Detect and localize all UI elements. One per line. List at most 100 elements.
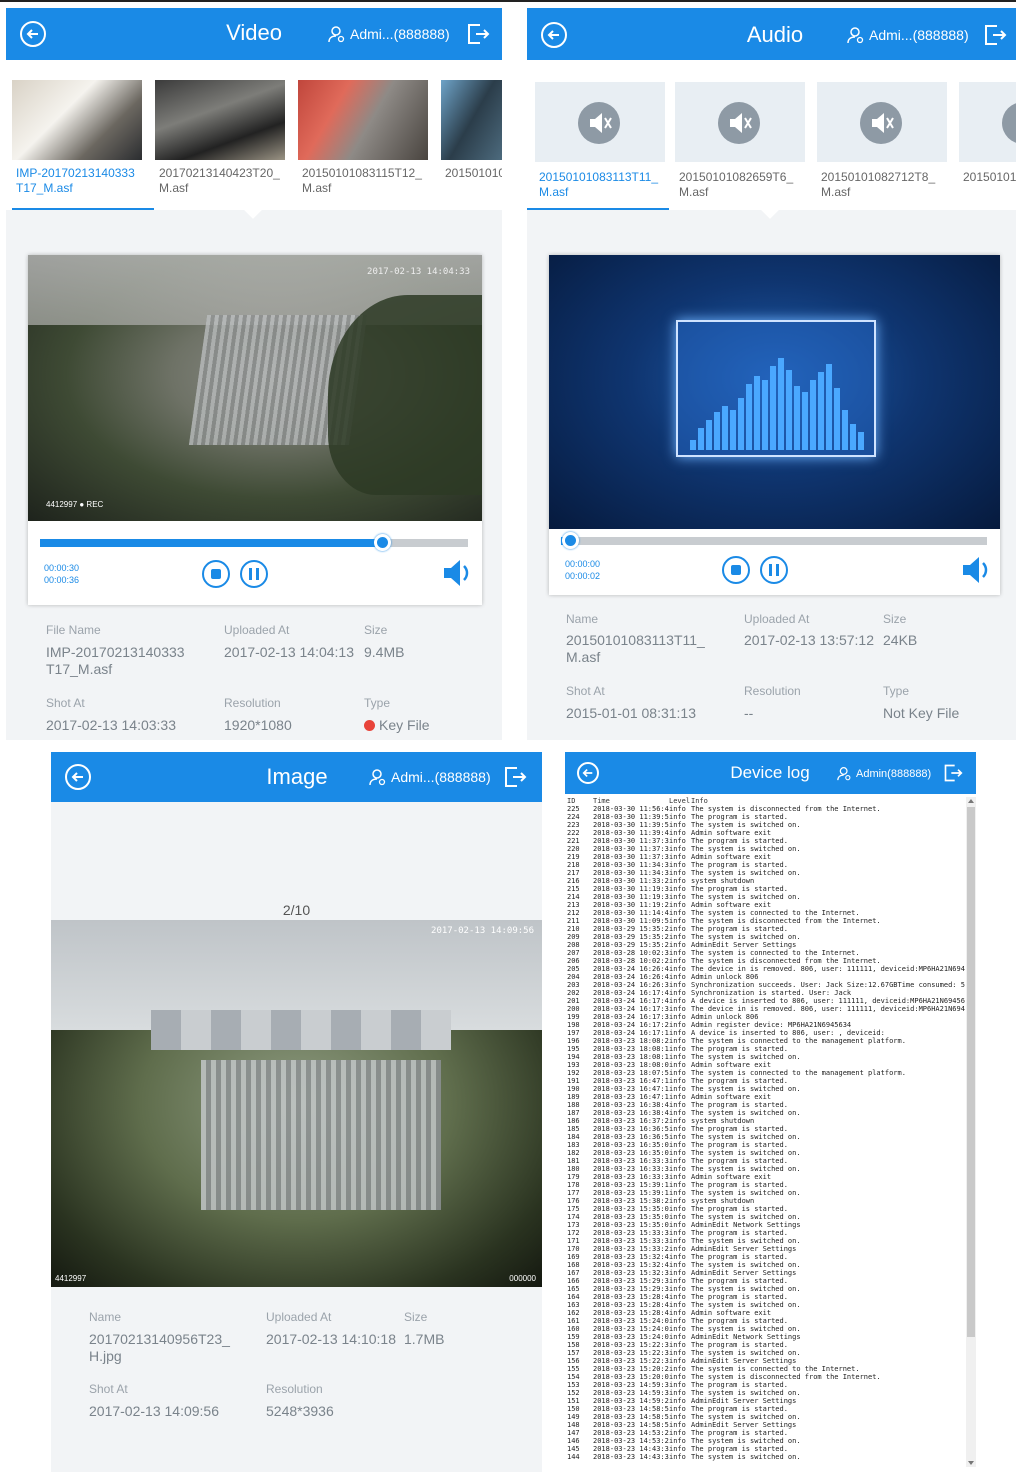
log-level: info	[669, 1421, 686, 1429]
log-time: 2018-03-23 15:24:01	[593, 1333, 669, 1341]
pause-icon	[769, 564, 779, 576]
scrollbar-thumb[interactable]	[967, 807, 975, 1337]
stop-button[interactable]	[722, 556, 750, 584]
log-level: info	[669, 1077, 686, 1085]
log-info: The system is switched on.	[691, 1389, 801, 1397]
table-row: 220 2018-03-30 11:37:36 info The system is …	[565, 845, 965, 853]
table-row: 200 2018-03-24 16:17:38 info The device in …	[565, 1005, 965, 1013]
log-id: 162	[567, 1309, 580, 1317]
logout-icon[interactable]	[943, 763, 963, 783]
logout-icon[interactable]	[983, 23, 1007, 47]
thumbnail-item[interactable]: 20150101082659T6_ M.asf	[675, 82, 805, 200]
log-level: info	[669, 1053, 686, 1061]
file-name: 20150101083113T11_ M.asf	[566, 632, 705, 665]
speaker-icon	[718, 102, 760, 144]
log-info: The program is started.	[691, 925, 788, 933]
table-row: 223 2018-03-30 11:39:52 info The system is …	[565, 821, 965, 829]
time-current: 00:00:30	[44, 563, 80, 573]
log-level: info	[669, 1429, 686, 1437]
log-id: 178	[567, 1181, 580, 1189]
stop-button[interactable]	[202, 560, 230, 588]
volume-icon[interactable]	[442, 558, 474, 588]
thumbnail-item[interactable]: 20150101083113T11_ M.asf	[527, 82, 669, 211]
thumbnail-item[interactable]: 20150101083115T12_ M.asf	[298, 80, 428, 196]
resolution: 1920*1080	[224, 717, 292, 733]
seek-bar[interactable]	[561, 532, 987, 549]
table-row: 217 2018-03-30 11:34:36 info The system is …	[565, 869, 965, 877]
log-id: 173	[567, 1221, 580, 1229]
log-id: 216	[567, 877, 580, 885]
table-row: 202 2018-03-24 16:17:43 info Synchronizatio…	[565, 989, 965, 997]
uploaded-at: 2017-02-13 13:57:12	[744, 632, 874, 648]
equalizer-bar	[690, 440, 696, 450]
scroll-down-icon[interactable]	[968, 1461, 974, 1465]
log-level: info	[669, 821, 686, 829]
log-info: The program is started.	[691, 1045, 788, 1053]
log-id: 144	[567, 1453, 580, 1461]
speaker-icon	[860, 102, 902, 144]
log-info: The system is disconnected from the Inte…	[691, 957, 881, 965]
log-id: 169	[567, 1253, 580, 1261]
seek-handle[interactable]	[374, 534, 392, 551]
log-id: 221	[567, 837, 580, 845]
video-frame[interactable]: 2017-02-13 14:04:33 4412997 ● REC	[28, 255, 482, 521]
user-info[interactable]: Admi...(888888)	[328, 25, 450, 43]
table-row: 183 2018-03-23 16:35:04 info The program is…	[565, 1141, 965, 1149]
table-row: 182 2018-03-23 16:35:04 info The system is …	[565, 1149, 965, 1157]
back-icon[interactable]	[577, 762, 599, 784]
logout-icon[interactable]	[466, 22, 490, 46]
log-id: 193	[567, 1061, 580, 1069]
thumbnail-caption: 20150101082712T8_ M.asf	[821, 170, 936, 199]
log-level: info	[669, 1189, 686, 1197]
image-viewer[interactable]: 2017-02-13 14:09:56 4412997 000000	[51, 920, 542, 1287]
equalizer-bar	[794, 386, 800, 450]
thumbnail-item[interactable]: 20170213140423T20_ M.asf	[155, 80, 285, 196]
log-id: 175	[567, 1205, 580, 1213]
table-row: 164 2018-03-23 15:28:44 info The program is…	[565, 1293, 965, 1301]
thumbnail-item[interactable]: IMP-20170213140333 T17_M.asf	[12, 80, 154, 211]
thumbnail-item[interactable]: 201501010 M.asf	[441, 80, 502, 181]
log-info: Admin software exit	[691, 829, 772, 837]
log-time: 2018-03-30 11:37:36	[593, 845, 669, 853]
log-level: info	[669, 1085, 686, 1093]
scrollbar[interactable]	[966, 797, 976, 1467]
seek-bar[interactable]	[40, 534, 468, 551]
log-info: The system is switched on.	[691, 1109, 801, 1117]
thumbnail-image	[441, 80, 502, 160]
logout-icon[interactable]	[503, 765, 527, 789]
log-id: 159	[567, 1333, 580, 1341]
back-icon[interactable]	[541, 22, 567, 48]
back-icon[interactable]	[20, 21, 46, 47]
thumbnail-image	[155, 80, 285, 160]
seek-handle[interactable]	[561, 532, 579, 549]
table-row: 184 2018-03-23 16:36:55 info The system is …	[565, 1133, 965, 1141]
log-level: info	[669, 1229, 686, 1237]
log-id: 222	[567, 829, 580, 837]
user-info[interactable]: Admi...(888888)	[847, 26, 969, 44]
table-row: 194 2018-03-23 18:08:14 info The system is …	[565, 1053, 965, 1061]
thumbnail-item[interactable]: 201501010 M.asf	[959, 82, 1016, 185]
log-info: The system is switched on.	[691, 845, 801, 853]
thumbnail-item[interactable]: 20150101082712T8_ M.asf	[817, 82, 947, 200]
table-row: 208 2018-03-29 15:35:24 info AdminEdit Serv…	[565, 941, 965, 949]
log-info: system shutdown	[691, 1117, 755, 1125]
pause-button[interactable]	[760, 556, 788, 584]
equalizer-bar	[770, 366, 776, 450]
user-info[interactable]: Admi...(888888)	[369, 768, 491, 786]
log-time: 2018-03-23 16:47:13	[593, 1085, 669, 1093]
log-info: AdminEdit Server Settings	[691, 941, 797, 949]
log-info: The system is switched on.	[691, 1261, 801, 1269]
log-info: The system is switched on.	[691, 1453, 801, 1461]
log-time: 2018-03-30 11:37:32	[593, 853, 669, 861]
back-icon[interactable]	[65, 764, 91, 790]
label-size: Size	[883, 612, 907, 626]
pause-button[interactable]	[240, 560, 268, 588]
scroll-up-icon[interactable]	[968, 799, 974, 803]
thumbnail-image	[298, 80, 428, 160]
player-area: 2017-02-13 14:04:33 4412997 ● REC 00:00:…	[6, 199, 502, 740]
log-level: info	[669, 1413, 686, 1421]
log-level: info	[669, 957, 686, 965]
volume-icon[interactable]	[961, 555, 993, 585]
user-info[interactable]: Admin(888888)	[837, 766, 931, 781]
log-time: 2018-03-23 18:08:08	[593, 1061, 669, 1069]
